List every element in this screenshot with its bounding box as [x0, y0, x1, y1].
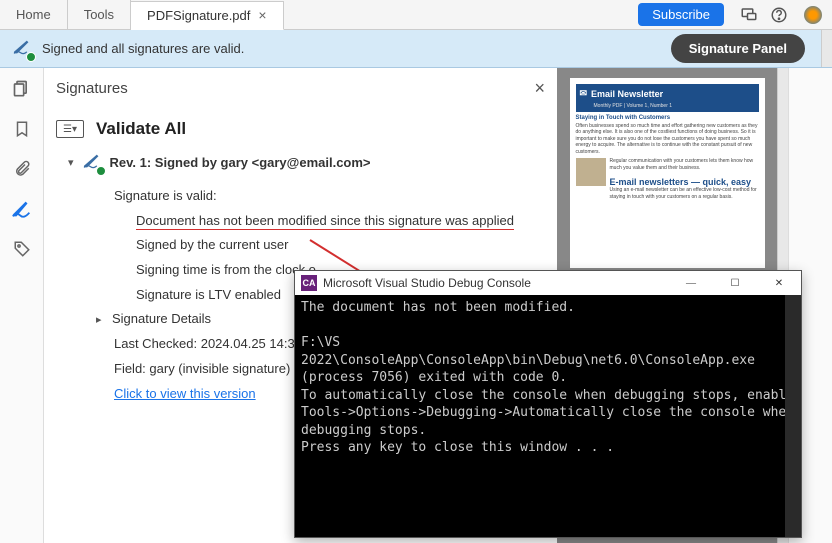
panel-title: Signatures — [56, 80, 128, 97]
signature-panel-button[interactable]: Signature Panel — [671, 34, 805, 63]
thumb-sub: Monthly PDF | Volume 1, Number 1 — [576, 103, 759, 112]
banner-scrollbar[interactable] — [821, 30, 832, 67]
validate-icon[interactable]: ☰▾ — [56, 120, 84, 138]
tab-tools[interactable]: Tools — [68, 0, 131, 29]
maximize-button[interactable]: ☐ — [713, 271, 757, 295]
desktop-share-icon[interactable] — [734, 0, 764, 30]
chevron-down-icon: ▾ — [68, 156, 74, 169]
rev-signature-icon — [82, 153, 102, 172]
sig-details-line[interactable]: Signature Details — [112, 311, 211, 326]
validate-all-button[interactable]: Validate All — [96, 119, 186, 139]
attachment-icon[interactable] — [11, 158, 33, 180]
console-titlebar[interactable]: CA Microsoft Visual Studio Debug Console… — [295, 271, 801, 295]
close-button[interactable]: ✕ — [757, 271, 801, 295]
sig-notmodified-line: Document has not been modified since thi… — [136, 213, 514, 230]
left-rail — [0, 68, 44, 543]
console-title-text: Microsoft Visual Studio Debug Console — [323, 276, 531, 290]
pages-icon[interactable] — [11, 78, 33, 100]
tab-home-label: Home — [16, 7, 51, 22]
subscribe-button[interactable]: Subscribe — [638, 3, 724, 26]
tag-icon[interactable] — [11, 238, 33, 260]
debug-console-window: CA Microsoft Visual Studio Debug Console… — [294, 270, 802, 538]
page-thumbnail[interactable]: ✉Email Newsletter Monthly PDF | Volume 1… — [570, 78, 765, 268]
subscribe-label: Subscribe — [652, 7, 710, 22]
minimize-button[interactable]: — — [669, 271, 713, 295]
thumb-sec1: Staying in Touch with Customers — [576, 115, 759, 123]
close-icon[interactable]: × — [258, 7, 266, 23]
banner-text: Signed and all signatures are valid. — [42, 41, 244, 56]
bookmark-icon[interactable] — [11, 118, 33, 140]
sig-valid-line: Signature is valid: — [114, 184, 545, 209]
thumb-header: Email Newsletter — [591, 89, 663, 99]
signature-icon[interactable] — [11, 198, 33, 220]
revision-label: Rev. 1: Signed by gary <gary@email.com> — [110, 155, 371, 170]
signature-valid-icon — [12, 39, 32, 58]
tab-home[interactable]: Home — [0, 0, 68, 29]
avatar[interactable] — [804, 6, 822, 24]
top-tab-bar: Home Tools PDFSignature.pdf × Subscribe — [0, 0, 832, 30]
vs-icon: CA — [301, 275, 317, 291]
panel-close-icon[interactable]: × — [534, 78, 545, 99]
tab-file-label: PDFSignature.pdf — [147, 8, 250, 23]
tab-tools-label: Tools — [84, 7, 114, 22]
thumb-sec2: E-mail newsletters — quick, easy — [610, 177, 759, 187]
console-output: The document has not been modified. F:\V… — [295, 295, 801, 537]
help-icon[interactable] — [764, 0, 794, 30]
console-scrollbar[interactable] — [785, 295, 801, 537]
signature-panel-label: Signature Panel — [689, 41, 787, 56]
chevron-right-icon[interactable]: ▸ — [96, 310, 108, 331]
sig-curuser-line: Signed by the current user — [114, 233, 545, 258]
tab-file[interactable]: PDFSignature.pdf × — [131, 1, 284, 30]
signature-banner: Signed and all signatures are valid. Sig… — [0, 30, 832, 68]
view-version-link[interactable]: Click to view this version — [114, 386, 256, 401]
revision-row[interactable]: ▾ Rev. 1: Signed by gary <gary@email.com… — [68, 153, 545, 172]
